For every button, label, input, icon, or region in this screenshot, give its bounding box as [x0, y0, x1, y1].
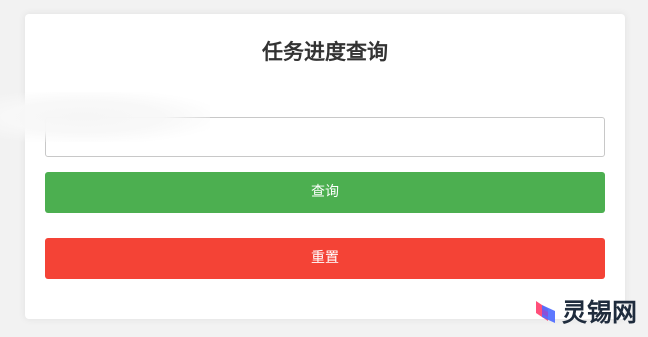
query-card: 任务进度查询 查询 重置 — [0, 14, 625, 319]
task-query-input[interactable] — [45, 117, 605, 157]
page-title: 任务进度查询 — [262, 40, 388, 64]
lingxi-logo-icon — [536, 301, 555, 323]
watermark: 灵锡网 — [533, 294, 637, 328]
watermark-text: 灵锡网 — [562, 298, 638, 327]
query-button[interactable]: 查询 — [45, 172, 605, 213]
reset-button[interactable]: 重置 — [45, 238, 605, 279]
